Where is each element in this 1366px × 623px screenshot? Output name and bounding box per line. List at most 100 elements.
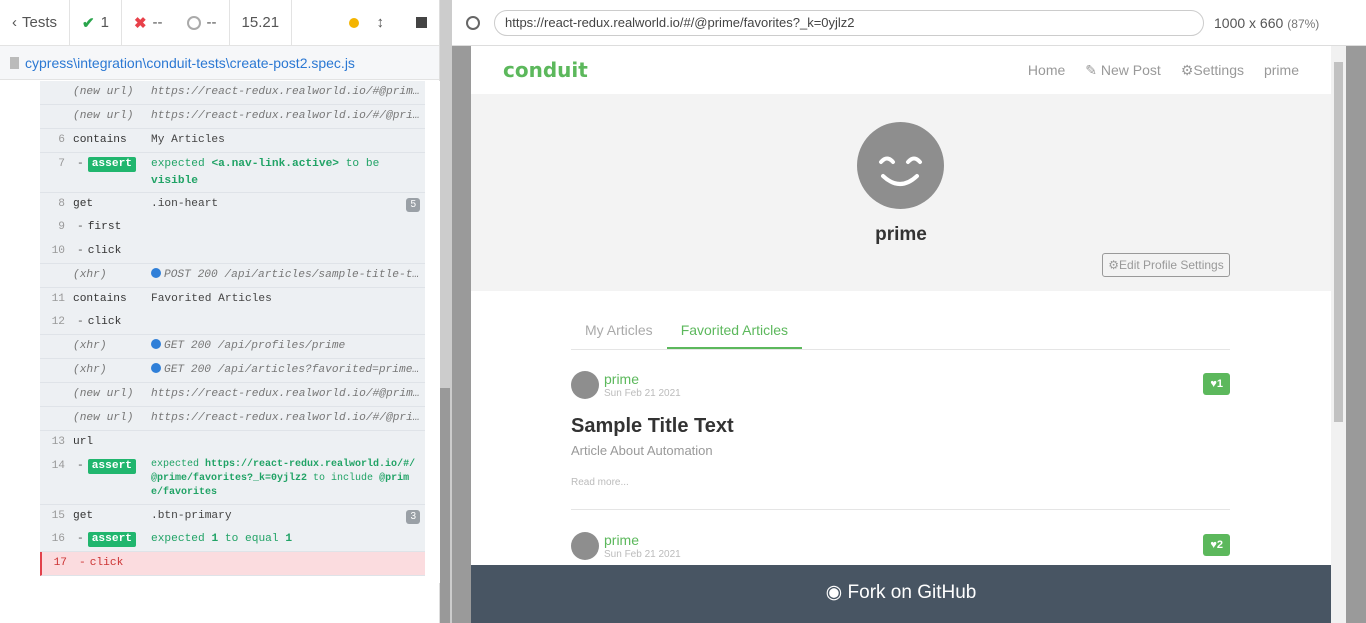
passed-stat: ✔ 1: [70, 0, 122, 46]
article-date: Sun Feb 21 2021: [604, 388, 681, 399]
command-row[interactable]: (new url) https://react-redux.realworld.i…: [40, 105, 425, 129]
check-icon: ✔: [82, 14, 95, 32]
command-message: expected <a.nav-link.active> to be visibl…: [151, 158, 380, 187]
smiley-icon: [879, 156, 922, 186]
command-row[interactable]: 6 contains My Articles: [40, 129, 425, 153]
author-avatar[interactable]: [571, 532, 599, 560]
author-link[interactable]: prime: [604, 371, 639, 387]
tab-favorited-articles[interactable]: Favorited Articles: [666, 318, 803, 349]
command-row[interactable]: 15 get .btn-primary 3: [40, 505, 425, 528]
assert-badge: assert: [87, 458, 137, 474]
chevron-left-icon: ‹: [12, 14, 17, 31]
nav-profile[interactable]: prime: [1264, 62, 1299, 79]
assert-badge: assert: [87, 157, 137, 172]
article-title[interactable]: Sample Title Text: [571, 415, 734, 438]
article-date: Sun Feb 21 2021: [604, 549, 681, 560]
command-message: https://react-redux.realworld.io/#@prime…: [151, 86, 425, 98]
favorite-button[interactable]: ♥2: [1203, 534, 1230, 556]
article-description: Article About Automation: [571, 443, 713, 458]
tests-button[interactable]: ‹ Tests: [0, 0, 71, 46]
failed-stat: ✖ --: [133, 14, 163, 32]
file-icon: [10, 56, 19, 69]
stop-icon[interactable]: [416, 17, 427, 28]
command-row[interactable]: 8 get .ion-heart 5: [40, 193, 425, 216]
command-row[interactable]: 16 - assert expected 1 to equal 1: [40, 528, 425, 552]
command-name: contains: [73, 292, 127, 305]
author-link[interactable]: prime: [604, 532, 639, 548]
command-name: (xhr): [73, 364, 107, 377]
command-row[interactable]: 9 - first: [40, 216, 425, 239]
brand-logo[interactable]: conduit: [503, 58, 588, 82]
runner-header: ‹ Tests ✔ 1 ✖ -- -- 15.21 ↕: [0, 0, 439, 46]
element-count-badge: 5: [406, 198, 420, 212]
pending-stat: --: [175, 0, 230, 46]
xhr-dot-icon: [151, 339, 161, 350]
command-name: - click: [79, 556, 124, 569]
command-number: [40, 383, 73, 406]
command-number: [40, 359, 73, 382]
command-row[interactable]: (xhr) GET 200 /api/profiles/prime: [40, 335, 425, 360]
command-row[interactable]: (new url) https://react-redux.realworld.i…: [40, 383, 425, 408]
command-number: [40, 105, 73, 128]
command-message: [153, 552, 425, 575]
command-row[interactable]: (new url) https://react-redux.realworld.i…: [40, 407, 425, 432]
command-number: 8: [58, 198, 65, 210]
read-more-link[interactable]: Read more...: [571, 477, 629, 488]
command-row[interactable]: 13 url: [40, 431, 425, 454]
command-name: (new url): [73, 412, 134, 425]
command-number: 11: [51, 292, 65, 305]
command-message: Favorited Articles: [151, 292, 272, 305]
autoscroll-icon[interactable]: ↕: [377, 14, 385, 31]
command-row[interactable]: (xhr) POST 200 /api/articles/sample-title…: [40, 264, 425, 288]
command-message: .ion-heart: [151, 198, 219, 210]
nav-new-post[interactable]: ✎ New Post: [1085, 62, 1161, 79]
github-footer[interactable]: ◉ Fork on GitHub: [471, 565, 1331, 623]
command-row[interactable]: (new url) https://react-redux.realworld.i…: [40, 81, 425, 105]
edit-profile-button[interactable]: ⚙Edit Profile Settings: [1102, 253, 1230, 277]
command-row[interactable]: (xhr) GET 200 /api/articles?favorited=pri…: [40, 359, 425, 384]
command-message: expected 1 to equal 1: [151, 532, 293, 545]
favorite-button[interactable]: ♥1: [1203, 373, 1230, 395]
command-row[interactable]: 14 - assert expected https://react-redux.re…: [40, 455, 425, 505]
command-row[interactable]: 11 contains Favorited Articles: [40, 288, 425, 311]
url-input[interactable]: https://react-redux.realworld.io/#/@prim…: [494, 9, 1204, 36]
command-number: 10: [51, 244, 65, 257]
command-message: [151, 311, 425, 334]
author-avatar[interactable]: [571, 371, 599, 399]
xhr-dot-icon: [151, 363, 161, 374]
tab-my-articles[interactable]: My Articles: [571, 318, 667, 349]
command-name: get: [73, 509, 94, 522]
command-name: (new url): [73, 388, 134, 401]
command-row[interactable]: 7 - assert expected <a.nav-link.active> to …: [40, 153, 425, 193]
aut-panel: https://react-redux.realworld.io/#/@prim…: [452, 0, 1366, 623]
command-number: 13: [51, 436, 65, 449]
command-name: - click: [77, 244, 122, 257]
nav-links: Home ✎ New Post ⚙Settings prime: [1028, 62, 1299, 79]
command-message: GET 200 /api/articles?favorited=prime&li…: [151, 359, 425, 382]
runner-scrollbar-thumb[interactable]: [440, 388, 450, 623]
command-number: 12: [51, 316, 65, 329]
gear-icon: ⚙: [1108, 258, 1120, 272]
command-number: 16: [51, 532, 65, 545]
crosshair-icon[interactable]: [466, 15, 480, 30]
spinner-icon: [186, 15, 201, 30]
command-message: POST 200 /api/articles/sample-title-text…: [151, 264, 425, 287]
profile-banner: prime ⚙Edit Profile Settings: [471, 94, 1331, 291]
command-number: 17: [53, 556, 67, 569]
nav-home[interactable]: Home: [1028, 62, 1065, 79]
command-message: https://react-redux.realworld.io/#/@prim…: [151, 110, 425, 122]
command-row[interactable]: 12 - click: [40, 311, 425, 336]
element-count-badge: 3: [406, 509, 420, 524]
spec-path-bar[interactable]: cypress\integration\conduit-tests\create…: [0, 46, 439, 80]
runner-panel: ‹ Tests ✔ 1 ✖ -- -- 15.21 ↕ cypress\integra…: [0, 0, 440, 623]
app-scrollbar[interactable]: [1331, 46, 1346, 623]
command-name: (new url): [73, 110, 134, 122]
command-message: [151, 431, 425, 454]
command-row[interactable]: 10 - click: [40, 240, 425, 264]
command-row-error[interactable]: 17 - click: [40, 551, 425, 576]
nav-settings[interactable]: ⚙Settings: [1181, 62, 1244, 79]
duration: 15.21: [230, 0, 293, 46]
command-list: (new url) https://react-redux.realworld.i…: [40, 81, 425, 576]
app-scrollbar-thumb[interactable]: [1334, 62, 1343, 422]
command-message: https://react-redux.realworld.io/#@prime…: [151, 388, 425, 401]
